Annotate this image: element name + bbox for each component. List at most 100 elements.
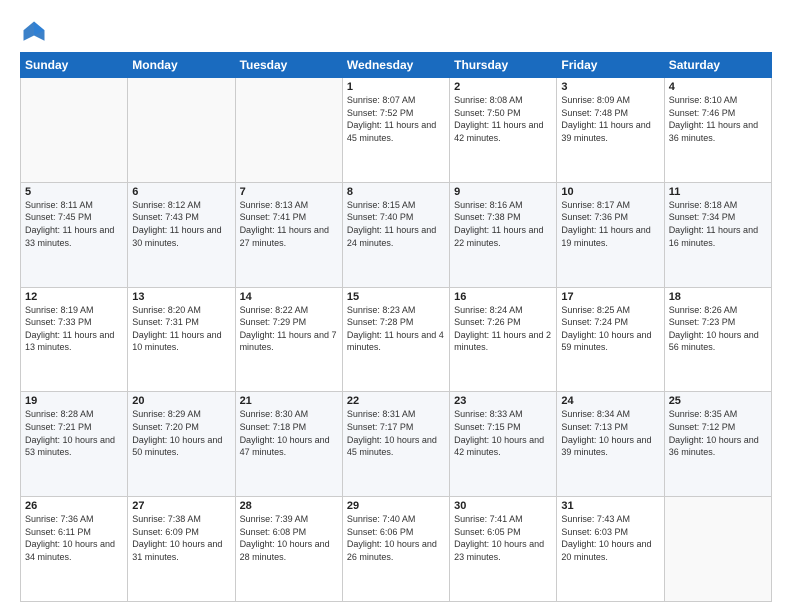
weekday-header-thursday: Thursday	[450, 53, 557, 78]
calendar-cell	[664, 497, 771, 602]
day-number: 11	[669, 186, 767, 198]
day-number: 19	[25, 395, 123, 407]
calendar-cell: 20Sunrise: 8:29 AMSunset: 7:20 PMDayligh…	[128, 392, 235, 497]
day-info: Sunrise: 8:33 AMSunset: 7:15 PMDaylight:…	[454, 408, 552, 458]
day-number: 29	[347, 500, 445, 512]
day-info: Sunrise: 8:29 AMSunset: 7:20 PMDaylight:…	[132, 408, 230, 458]
calendar-cell: 8Sunrise: 8:15 AMSunset: 7:40 PMDaylight…	[342, 182, 449, 287]
calendar-cell: 16Sunrise: 8:24 AMSunset: 7:26 PMDayligh…	[450, 287, 557, 392]
day-number: 31	[561, 500, 659, 512]
day-number: 20	[132, 395, 230, 407]
day-number: 5	[25, 186, 123, 198]
calendar-week-row: 5Sunrise: 8:11 AMSunset: 7:45 PMDaylight…	[21, 182, 772, 287]
day-number: 4	[669, 81, 767, 93]
day-number: 13	[132, 291, 230, 303]
day-info: Sunrise: 8:35 AMSunset: 7:12 PMDaylight:…	[669, 408, 767, 458]
calendar-cell: 18Sunrise: 8:26 AMSunset: 7:23 PMDayligh…	[664, 287, 771, 392]
day-number: 30	[454, 500, 552, 512]
weekday-header-sunday: Sunday	[21, 53, 128, 78]
calendar-cell: 6Sunrise: 8:12 AMSunset: 7:43 PMDaylight…	[128, 182, 235, 287]
calendar-cell	[235, 78, 342, 183]
day-number: 25	[669, 395, 767, 407]
day-number: 1	[347, 81, 445, 93]
day-number: 21	[240, 395, 338, 407]
calendar-cell: 27Sunrise: 7:38 AMSunset: 6:09 PMDayligh…	[128, 497, 235, 602]
day-number: 10	[561, 186, 659, 198]
day-number: 17	[561, 291, 659, 303]
calendar-cell	[128, 78, 235, 183]
calendar-cell: 25Sunrise: 8:35 AMSunset: 7:12 PMDayligh…	[664, 392, 771, 497]
day-info: Sunrise: 8:31 AMSunset: 7:17 PMDaylight:…	[347, 408, 445, 458]
calendar-cell: 31Sunrise: 7:43 AMSunset: 6:03 PMDayligh…	[557, 497, 664, 602]
day-info: Sunrise: 8:26 AMSunset: 7:23 PMDaylight:…	[669, 304, 767, 354]
calendar-cell: 26Sunrise: 7:36 AMSunset: 6:11 PMDayligh…	[21, 497, 128, 602]
day-number: 26	[25, 500, 123, 512]
day-info: Sunrise: 8:17 AMSunset: 7:36 PMDaylight:…	[561, 199, 659, 249]
calendar-cell	[21, 78, 128, 183]
day-info: Sunrise: 8:07 AMSunset: 7:52 PMDaylight:…	[347, 94, 445, 144]
day-info: Sunrise: 8:22 AMSunset: 7:29 PMDaylight:…	[240, 304, 338, 354]
calendar-cell: 11Sunrise: 8:18 AMSunset: 7:34 PMDayligh…	[664, 182, 771, 287]
weekday-header-monday: Monday	[128, 53, 235, 78]
day-number: 23	[454, 395, 552, 407]
calendar-table: SundayMondayTuesdayWednesdayThursdayFrid…	[20, 52, 772, 602]
calendar-cell: 19Sunrise: 8:28 AMSunset: 7:21 PMDayligh…	[21, 392, 128, 497]
calendar-cell: 7Sunrise: 8:13 AMSunset: 7:41 PMDaylight…	[235, 182, 342, 287]
weekday-header-wednesday: Wednesday	[342, 53, 449, 78]
calendar-week-row: 12Sunrise: 8:19 AMSunset: 7:33 PMDayligh…	[21, 287, 772, 392]
day-number: 15	[347, 291, 445, 303]
calendar-cell: 9Sunrise: 8:16 AMSunset: 7:38 PMDaylight…	[450, 182, 557, 287]
calendar-cell: 12Sunrise: 8:19 AMSunset: 7:33 PMDayligh…	[21, 287, 128, 392]
day-info: Sunrise: 8:25 AMSunset: 7:24 PMDaylight:…	[561, 304, 659, 354]
day-info: Sunrise: 7:39 AMSunset: 6:08 PMDaylight:…	[240, 513, 338, 563]
day-info: Sunrise: 8:15 AMSunset: 7:40 PMDaylight:…	[347, 199, 445, 249]
day-info: Sunrise: 7:36 AMSunset: 6:11 PMDaylight:…	[25, 513, 123, 563]
day-info: Sunrise: 8:34 AMSunset: 7:13 PMDaylight:…	[561, 408, 659, 458]
calendar-cell: 15Sunrise: 8:23 AMSunset: 7:28 PMDayligh…	[342, 287, 449, 392]
day-info: Sunrise: 8:16 AMSunset: 7:38 PMDaylight:…	[454, 199, 552, 249]
day-number: 16	[454, 291, 552, 303]
weekday-header-row: SundayMondayTuesdayWednesdayThursdayFrid…	[21, 53, 772, 78]
day-info: Sunrise: 7:41 AMSunset: 6:05 PMDaylight:…	[454, 513, 552, 563]
day-info: Sunrise: 8:08 AMSunset: 7:50 PMDaylight:…	[454, 94, 552, 144]
calendar-cell: 30Sunrise: 7:41 AMSunset: 6:05 PMDayligh…	[450, 497, 557, 602]
logo	[20, 18, 52, 46]
calendar-cell: 1Sunrise: 8:07 AMSunset: 7:52 PMDaylight…	[342, 78, 449, 183]
day-number: 22	[347, 395, 445, 407]
day-number: 9	[454, 186, 552, 198]
calendar-cell: 3Sunrise: 8:09 AMSunset: 7:48 PMDaylight…	[557, 78, 664, 183]
day-info: Sunrise: 8:09 AMSunset: 7:48 PMDaylight:…	[561, 94, 659, 144]
day-number: 28	[240, 500, 338, 512]
calendar-cell: 21Sunrise: 8:30 AMSunset: 7:18 PMDayligh…	[235, 392, 342, 497]
weekday-header-friday: Friday	[557, 53, 664, 78]
calendar-week-row: 1Sunrise: 8:07 AMSunset: 7:52 PMDaylight…	[21, 78, 772, 183]
day-info: Sunrise: 7:38 AMSunset: 6:09 PMDaylight:…	[132, 513, 230, 563]
weekday-header-tuesday: Tuesday	[235, 53, 342, 78]
calendar-cell: 24Sunrise: 8:34 AMSunset: 7:13 PMDayligh…	[557, 392, 664, 497]
header	[20, 18, 772, 46]
day-info: Sunrise: 8:11 AMSunset: 7:45 PMDaylight:…	[25, 199, 123, 249]
day-info: Sunrise: 8:19 AMSunset: 7:33 PMDaylight:…	[25, 304, 123, 354]
day-number: 6	[132, 186, 230, 198]
day-info: Sunrise: 8:28 AMSunset: 7:21 PMDaylight:…	[25, 408, 123, 458]
calendar-week-row: 19Sunrise: 8:28 AMSunset: 7:21 PMDayligh…	[21, 392, 772, 497]
day-number: 12	[25, 291, 123, 303]
day-number: 7	[240, 186, 338, 198]
calendar-cell: 23Sunrise: 8:33 AMSunset: 7:15 PMDayligh…	[450, 392, 557, 497]
day-info: Sunrise: 7:40 AMSunset: 6:06 PMDaylight:…	[347, 513, 445, 563]
calendar-week-row: 26Sunrise: 7:36 AMSunset: 6:11 PMDayligh…	[21, 497, 772, 602]
calendar-cell: 22Sunrise: 8:31 AMSunset: 7:17 PMDayligh…	[342, 392, 449, 497]
day-info: Sunrise: 8:23 AMSunset: 7:28 PMDaylight:…	[347, 304, 445, 354]
day-info: Sunrise: 8:18 AMSunset: 7:34 PMDaylight:…	[669, 199, 767, 249]
day-info: Sunrise: 8:13 AMSunset: 7:41 PMDaylight:…	[240, 199, 338, 249]
day-number: 24	[561, 395, 659, 407]
calendar-cell: 10Sunrise: 8:17 AMSunset: 7:36 PMDayligh…	[557, 182, 664, 287]
day-number: 14	[240, 291, 338, 303]
day-number: 8	[347, 186, 445, 198]
day-info: Sunrise: 7:43 AMSunset: 6:03 PMDaylight:…	[561, 513, 659, 563]
calendar-cell: 29Sunrise: 7:40 AMSunset: 6:06 PMDayligh…	[342, 497, 449, 602]
day-number: 18	[669, 291, 767, 303]
day-number: 27	[132, 500, 230, 512]
day-info: Sunrise: 8:30 AMSunset: 7:18 PMDaylight:…	[240, 408, 338, 458]
calendar-cell: 5Sunrise: 8:11 AMSunset: 7:45 PMDaylight…	[21, 182, 128, 287]
